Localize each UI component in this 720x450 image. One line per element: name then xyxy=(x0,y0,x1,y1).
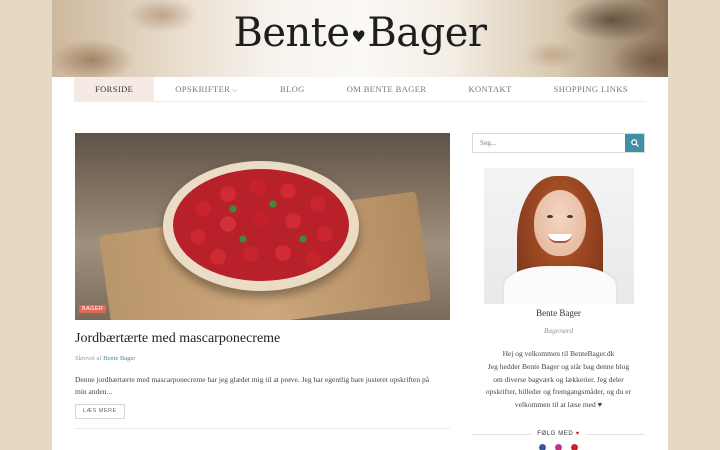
facebook-icon[interactable] xyxy=(539,444,546,450)
post-excerpt: Denne jordbærtærte med mascarponecreme h… xyxy=(75,375,430,396)
nav-item-om-bente-bager[interactable]: OM BENTE BAGER xyxy=(326,77,448,102)
logo-text-left: Bente xyxy=(233,10,350,56)
bio-line: opskrifter, billeder og fremgangsmåder, … xyxy=(485,387,632,397)
bio-line: om diverse bagværk og lækkerier. Jeg del… xyxy=(493,374,624,384)
post-title[interactable]: Jordbærtærte med mascarponecreme xyxy=(75,331,455,347)
post-featured-image[interactable] xyxy=(75,133,450,320)
divider-line xyxy=(585,433,645,435)
page-container: Bente ♥Bager FORSIDE OPSKRIFTER ⌵ BLOG OM … xyxy=(52,0,668,450)
follow-label: FØLG MED ♥ xyxy=(531,431,586,437)
post-meta-prefix: Skrevet af xyxy=(75,355,102,362)
read-more-button[interactable]: LÆS MERE xyxy=(75,404,125,419)
bio-line: velkommen til at læse med ♥ xyxy=(514,400,603,410)
strawberries-graphic xyxy=(173,169,349,281)
nav-item-label: FORSIDE xyxy=(95,84,134,94)
bio-line: Hej og velkommen til BenteBager.dk xyxy=(502,349,615,358)
profile-name: Bente Bager xyxy=(536,308,581,318)
profile-face-graphic xyxy=(534,190,586,256)
site-logo[interactable]: Bente ♥Bager xyxy=(52,10,668,56)
chevron-down-icon: ⌵ xyxy=(232,86,238,94)
search-icon xyxy=(630,139,639,147)
nav-item-label: OPSKRIFTER xyxy=(175,84,231,94)
follow-label-text: FØLG MED xyxy=(537,431,574,437)
main-nav: FORSIDE OPSKRIFTER ⌵ BLOG OM BENTE BAGER … xyxy=(74,77,646,102)
bio-line: Jeg hedder Bente Bager og står bag denne… xyxy=(487,361,630,371)
logo-text-right: Bager xyxy=(367,10,487,56)
nav-item-label: KONTAKT xyxy=(468,84,512,94)
follow-heading: FØLG MED ♥ xyxy=(472,428,645,440)
heart-icon: ♥ xyxy=(575,431,580,437)
profile-eye-graphic xyxy=(567,215,573,218)
post-category-badge[interactable]: BAGER xyxy=(79,305,107,313)
profile-eye-graphic xyxy=(547,215,553,218)
nav-item-label: OM BENTE BAGER xyxy=(346,84,427,94)
nav-item-shopping-links[interactable]: SHOPPING LINKS xyxy=(533,77,649,102)
nav-item-label: SHOPPING LINKS xyxy=(553,84,628,94)
post-meta: Skrevet af Bente Bager xyxy=(75,355,135,362)
post-author-link[interactable]: Bente Bager xyxy=(103,355,135,362)
instagram-icon[interactable] xyxy=(555,444,562,450)
search-input[interactable] xyxy=(473,134,625,152)
profile-shirt-graphic xyxy=(504,266,616,304)
nav-item-kontakt[interactable]: KONTAKT xyxy=(447,77,532,102)
divider-line xyxy=(472,433,532,435)
profile-role: Bagenørd xyxy=(543,326,574,335)
post-divider xyxy=(75,428,450,429)
header-banner: Bente ♥Bager xyxy=(52,0,668,77)
pinterest-icon[interactable] xyxy=(571,444,578,450)
profile-bio: Hej og velkommen til BenteBager.dk Jeg h… xyxy=(472,348,645,412)
search-button[interactable] xyxy=(625,134,644,152)
logo-heart-icon: ♥ xyxy=(351,26,366,46)
nav-item-label: BLOG xyxy=(279,84,305,94)
nav-item-opskrifter[interactable]: OPSKRIFTER ⌵ xyxy=(154,77,259,102)
nav-item-blog[interactable]: BLOG xyxy=(259,77,326,102)
profile-photo xyxy=(484,168,634,304)
nav-item-forside[interactable]: FORSIDE xyxy=(74,77,155,102)
sidebar-search xyxy=(472,133,645,153)
social-icons xyxy=(472,444,645,450)
